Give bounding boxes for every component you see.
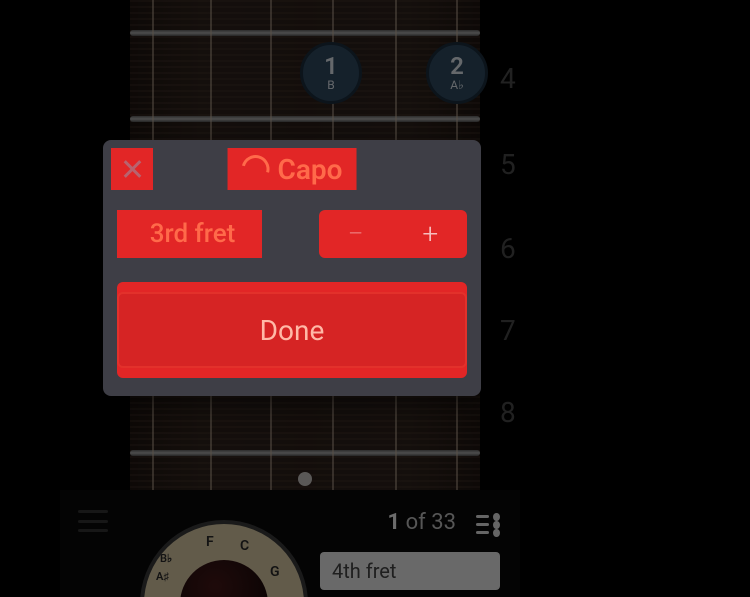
capo-stepper: − + bbox=[319, 210, 467, 258]
bottom-toolbar: F C G B♭ A♯ 1 of 33 4th fret bbox=[60, 490, 520, 597]
wheel-note: B♭ bbox=[160, 552, 172, 565]
done-button-wrap: Done bbox=[117, 282, 467, 378]
close-button[interactable] bbox=[111, 148, 153, 190]
wheel-note: A♯ bbox=[156, 570, 169, 583]
chord-wheel[interactable]: F C G B♭ A♯ bbox=[140, 520, 308, 597]
voicing-total: 33 bbox=[431, 510, 456, 535]
wheel-center bbox=[180, 560, 268, 597]
capo-modal: Capo 3rd fret − + Done bbox=[103, 140, 481, 396]
finger-number: 1 bbox=[324, 54, 338, 78]
finger-note: A♭ bbox=[450, 78, 464, 92]
capo-fret-value: 3rd fret bbox=[150, 219, 236, 249]
wheel-note: G bbox=[270, 564, 280, 580]
modal-title-text: Capo bbox=[278, 153, 343, 186]
voicing-counter[interactable]: 1 of 33 bbox=[388, 510, 501, 535]
finger-number: 2 bbox=[450, 54, 464, 78]
done-label: Done bbox=[260, 314, 325, 347]
wheel-note: F bbox=[206, 534, 214, 550]
capo-decrement[interactable]: − bbox=[319, 220, 393, 248]
modal-title: Capo bbox=[228, 148, 357, 190]
voicing-index: 1 bbox=[388, 510, 401, 535]
fret-number: 8 bbox=[500, 396, 516, 429]
wheel-note: C bbox=[240, 538, 249, 554]
menu-icon[interactable] bbox=[78, 510, 108, 532]
capo-icon bbox=[236, 150, 274, 188]
fret-number: 6 bbox=[500, 232, 516, 265]
capo-increment[interactable]: + bbox=[394, 220, 468, 248]
voicing-of: of bbox=[406, 510, 426, 535]
finger-note: B bbox=[327, 78, 334, 92]
finger-marker: 1 B bbox=[300, 42, 362, 104]
fret-number: 7 bbox=[500, 314, 516, 347]
fret-selector[interactable]: 4th fret bbox=[320, 552, 500, 590]
done-button[interactable]: Done bbox=[117, 292, 467, 368]
finger-marker: 2 A♭ bbox=[426, 42, 488, 104]
capo-fret-readout: 3rd fret bbox=[117, 210, 262, 258]
list-icon[interactable] bbox=[476, 513, 500, 533]
close-icon bbox=[121, 158, 143, 180]
fret-number: 5 bbox=[500, 148, 516, 181]
fret-number: 4 bbox=[500, 62, 516, 95]
fret-selector-value: 4th fret bbox=[332, 559, 396, 583]
